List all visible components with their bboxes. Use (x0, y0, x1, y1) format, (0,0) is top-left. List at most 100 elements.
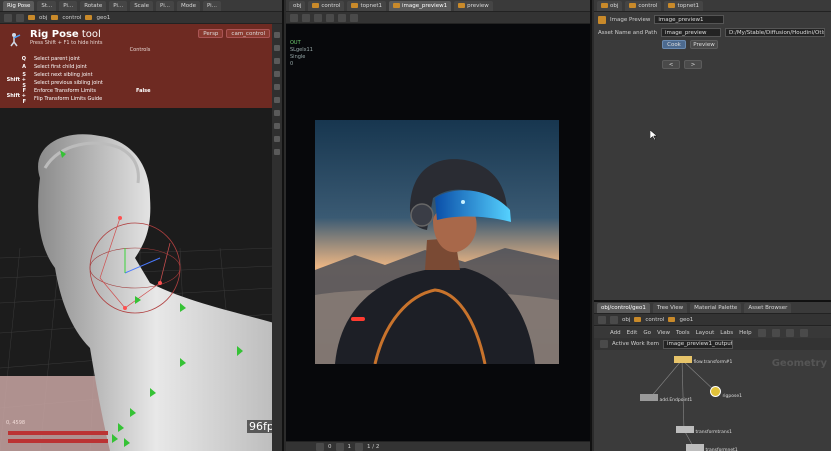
menu-tools[interactable]: Tools (676, 330, 690, 336)
viewport-3d-scene[interactable] (0, 108, 274, 451)
display-option-icon[interactable] (274, 32, 280, 38)
network-node[interactable]: transformtrans1 (676, 426, 732, 435)
rig-joint[interactable] (118, 216, 122, 220)
display-option-icon[interactable] (274, 149, 280, 155)
display-option-icon[interactable] (274, 58, 280, 64)
view-option-icon[interactable] (290, 13, 298, 22)
tab-st[interactable]: St... (37, 0, 57, 11)
display-option-icon[interactable] (274, 123, 280, 129)
path-geo1[interactable]: geo1 (679, 317, 693, 323)
tab-topnet1[interactable]: topnet1 (347, 0, 387, 11)
network-tool-icon[interactable] (771, 328, 780, 337)
tab-mode[interactable]: Mode (176, 0, 200, 11)
network-editor-pane: obj/control/geo1 Tree View Material Pale… (594, 300, 831, 451)
tab-pi-2[interactable]: Pi... (109, 0, 128, 11)
forward-arrow-icon[interactable] (16, 13, 24, 22)
tab-pi-4[interactable]: Pi... (202, 0, 221, 11)
node-type-label: Image Preview (610, 16, 651, 23)
tab-scale[interactable]: Scale (130, 0, 153, 11)
folder-icon (85, 15, 93, 20)
tab-topnet1[interactable]: topnet1 (664, 0, 704, 11)
tab-rig-pose[interactable]: Rig Pose (3, 0, 35, 11)
display-option-icon[interactable] (274, 84, 280, 90)
timeline-bar[interactable] (8, 431, 108, 435)
tab-obj[interactable]: obj (597, 0, 623, 11)
back-arrow-icon[interactable] (598, 315, 606, 324)
display-option-icon[interactable] (274, 97, 280, 103)
tab-asset-browser[interactable]: Asset Browser (744, 302, 792, 313)
tab-obj[interactable]: obj (289, 0, 306, 11)
work-item-field[interactable]: image_preview1_output#0_001 (662, 339, 733, 349)
menu-view[interactable]: View (657, 330, 670, 336)
menu-go[interactable]: Go (643, 330, 651, 336)
rig-joint[interactable] (123, 306, 127, 310)
path-obj[interactable]: obj (39, 15, 47, 21)
display-option-icon[interactable] (274, 71, 280, 77)
view-option-icon[interactable] (338, 13, 346, 22)
path-geo1[interactable]: geo1 (96, 15, 110, 21)
network-menu-bar: Add Edit Go View Tools Layout Labs Help (594, 327, 831, 338)
rig-joint[interactable] (158, 281, 162, 285)
view-option-icon[interactable] (314, 13, 322, 22)
folder-icon (629, 3, 637, 8)
view-option-icon[interactable] (350, 13, 358, 22)
menu-add[interactable]: Add (610, 330, 621, 336)
camera-button[interactable]: cam_control (226, 29, 270, 38)
transform-limits-value: False (135, 88, 151, 94)
tab-pi-1[interactable]: Pi... (59, 0, 78, 11)
menu-edit[interactable]: Edit (627, 330, 638, 336)
asset-path-field[interactable]: D:/My/Stable/Diffusion/Houdini/Otls/sfx.… (724, 28, 825, 37)
network-tool-icon[interactable] (785, 328, 794, 337)
display-option-icon[interactable] (274, 45, 280, 51)
persp-button[interactable]: Persp (198, 29, 224, 38)
node-wires (649, 359, 717, 449)
hud-subtitle: Press Shift + F1 to hide hints (30, 40, 103, 46)
display-option-icon[interactable] (274, 110, 280, 116)
timeline-bar-lower[interactable] (8, 439, 108, 443)
hud-control-row: S Select next sibling joint (22, 72, 93, 78)
hud-control-row: Shift + F Flip Transform Limits Guide (6, 93, 103, 105)
cook-button[interactable]: Cook (662, 40, 686, 49)
playback-icon[interactable] (316, 442, 324, 451)
tab-preview[interactable]: preview (454, 0, 493, 11)
prev-button[interactable]: < (662, 60, 680, 69)
hud-control-row: Q Select parent joint (21, 56, 80, 62)
network-node[interactable]: rigpose1 (710, 386, 742, 399)
tab-control[interactable]: control (625, 0, 662, 11)
path-obj[interactable]: obj (622, 317, 630, 323)
view-option-icon[interactable] (302, 13, 310, 22)
tab-geo1-network[interactable]: obj/control/geo1 (597, 302, 650, 313)
menu-help[interactable]: Help (739, 330, 752, 336)
next-button[interactable]: > (684, 60, 702, 69)
tab-pi-3[interactable]: Pi... (156, 0, 174, 11)
network-node[interactable]: add.Endpoint1 (640, 394, 692, 403)
menu-labs[interactable]: Labs (720, 330, 733, 336)
network-tool-icon[interactable] (757, 328, 766, 337)
asset-name-field[interactable]: image_preview (660, 28, 721, 37)
view-option-icon[interactable] (326, 13, 334, 22)
display-option-icon[interactable] (274, 136, 280, 142)
tab-material-palette[interactable]: Material Palette (690, 302, 742, 313)
back-arrow-icon[interactable] (4, 13, 12, 22)
rig-pose-tool-icon (10, 33, 21, 47)
playback-icon[interactable] (355, 442, 363, 451)
folder-icon (393, 3, 401, 8)
network-node[interactable]: transformnet1 (686, 444, 738, 451)
network-canvas[interactable]: Geometry flow.transform#1 add.Endpoint1 … (594, 350, 831, 451)
folder-icon (601, 3, 608, 8)
preview-button[interactable]: Preview (690, 40, 718, 49)
network-tool-icon[interactable] (799, 328, 808, 337)
path-control[interactable]: control (62, 15, 81, 21)
forward-arrow-icon[interactable] (610, 315, 618, 324)
parameter-pane: obj control topnet1 Image Preview image_… (594, 0, 831, 300)
network-node[interactable]: flow.transform#1 (674, 356, 732, 365)
menu-layout[interactable]: Layout (696, 330, 715, 336)
node-name-field[interactable]: image_preview1 (654, 15, 725, 24)
tab-rotate[interactable]: Rotate (80, 0, 107, 11)
playback-icon[interactable] (335, 442, 344, 451)
tab-image-preview1[interactable]: image_preview1 (389, 0, 452, 11)
tab-control[interactable]: control (308, 0, 345, 11)
tab-tree-view[interactable]: Tree View (652, 302, 688, 313)
checkbox-icon[interactable] (600, 340, 608, 348)
path-control[interactable]: control (645, 317, 664, 323)
